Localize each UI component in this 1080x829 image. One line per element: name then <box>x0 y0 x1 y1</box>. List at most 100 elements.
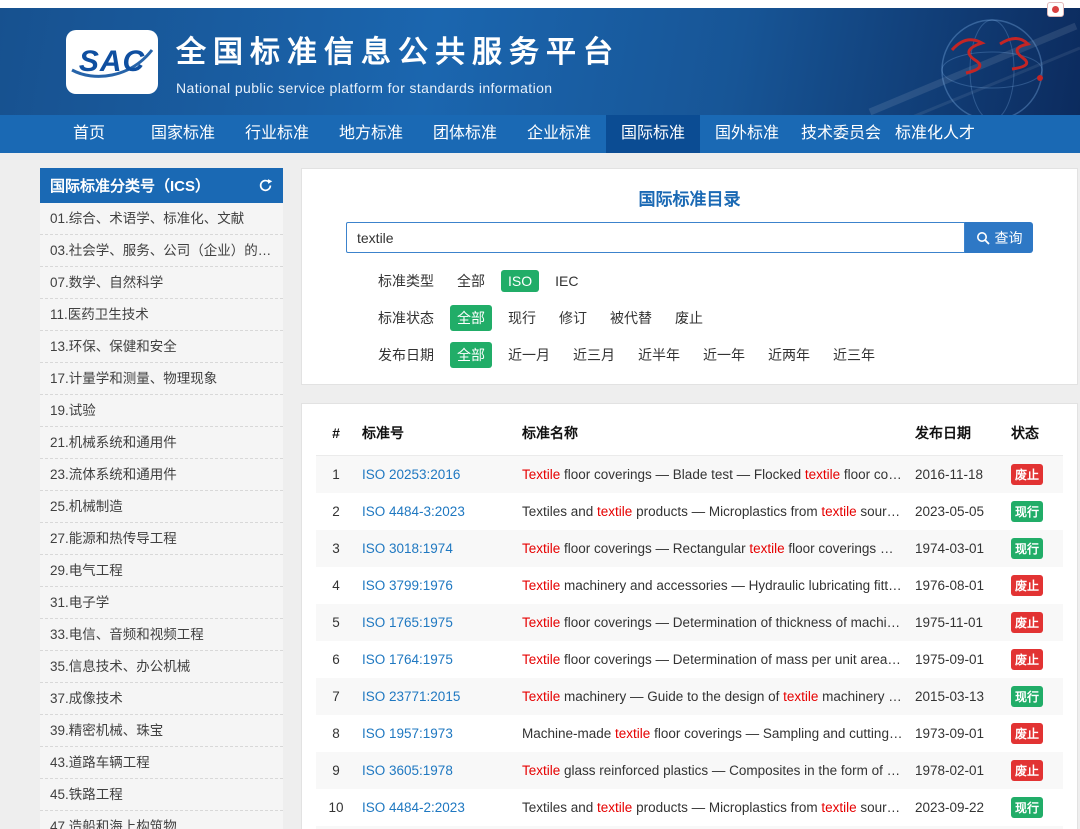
filter-option[interactable]: 全部 <box>450 342 492 368</box>
filter-option[interactable]: IEC <box>548 270 585 292</box>
results-table-panel: # 标准号 标准名称 发布日期 状态 1 ISO 20253:2016 Textile fl… <box>301 403 1078 829</box>
ics-category-item[interactable]: 27.能源和热传导工程 <box>40 523 283 555</box>
ics-category-item[interactable]: 13.环保、保健和安全 <box>40 331 283 363</box>
standard-code-link[interactable]: ISO 23771:2015 <box>362 689 460 704</box>
standard-code-link[interactable]: ISO 1764:1975 <box>362 652 453 667</box>
filter-option[interactable]: 废止 <box>668 305 710 331</box>
search-icon <box>976 231 990 245</box>
nav-item-7[interactable]: 国际标准 <box>606 115 700 153</box>
standard-code-cell: ISO 1765:1975 <box>356 604 516 641</box>
status-cell: 现行 <box>1005 678 1063 715</box>
search-button[interactable]: 查询 <box>965 222 1033 253</box>
publish-date: 2023-05-05 <box>915 504 985 519</box>
row-number: 1 <box>332 467 340 482</box>
standard-code-link[interactable]: ISO 4484-3:2023 <box>362 504 465 519</box>
ics-category-item[interactable]: 23.流体系统和通用件 <box>40 459 283 491</box>
filter-option[interactable]: 近半年 <box>631 342 687 368</box>
filter-option[interactable]: 被代替 <box>603 305 659 331</box>
ics-category-item[interactable]: 45.铁路工程 <box>40 779 283 811</box>
row-number: 9 <box>332 763 340 778</box>
table-row: 1 ISO 20253:2016 Textile floor coverings —… <box>316 455 1063 494</box>
ics-category-item[interactable]: 19.试验 <box>40 395 283 427</box>
ics-category-item[interactable]: 35.信息技术、办公机械 <box>40 651 283 683</box>
nav-item-6[interactable]: 企业标准 <box>512 115 606 153</box>
filter-option[interactable]: 近三年 <box>826 342 882 368</box>
standard-code-link[interactable]: ISO 3605:1978 <box>362 763 453 778</box>
search-input[interactable] <box>346 222 965 253</box>
nav-item-10[interactable]: 标准化人才 <box>888 115 982 153</box>
top-right-icon[interactable] <box>1047 2 1064 17</box>
filter-option[interactable]: 现行 <box>501 305 543 331</box>
row-number: 8 <box>332 726 340 741</box>
ics-category-item[interactable]: 37.成像技术 <box>40 683 283 715</box>
status-cell: 废止 <box>1005 567 1063 604</box>
standard-code-cell: ISO 3799:1976 <box>356 567 516 604</box>
ics-category-item[interactable]: 01.综合、术语学、标准化、文献 <box>40 203 283 235</box>
status-cell: 废止 <box>1005 456 1063 494</box>
standard-code-link[interactable]: ISO 3799:1976 <box>362 578 453 593</box>
status-cell: 废止 <box>1005 752 1063 789</box>
highlighted-term: textile <box>783 689 819 704</box>
standard-name: Textile glass reinforced plastics — Comp… <box>522 763 909 778</box>
filter-option[interactable]: 近三月 <box>566 342 622 368</box>
ics-category-item[interactable]: 43.道路车辆工程 <box>40 747 283 779</box>
nav-item-8[interactable]: 国外标准 <box>700 115 794 153</box>
highlighted-term: Textile <box>522 763 561 778</box>
standard-code-cell: ISO 20253:2016 <box>356 456 516 494</box>
refresh-icon[interactable] <box>258 178 273 193</box>
column-header: # <box>316 410 356 456</box>
standard-code-link[interactable]: ISO 1957:1973 <box>362 726 453 741</box>
nav-item-3[interactable]: 行业标准 <box>230 115 324 153</box>
nav-item-2[interactable]: 国家标准 <box>136 115 230 153</box>
table-row: 9 ISO 3605:1978 Textile glass reinforced p… <box>316 752 1063 789</box>
highlighted-term: Textile <box>522 541 561 556</box>
nav-item-1[interactable]: 首页 <box>42 115 136 153</box>
standard-name: Textile floor coverings — Determination … <box>522 652 909 667</box>
ics-category-item[interactable]: 21.机械系统和通用件 <box>40 427 283 459</box>
ics-category-item[interactable]: 17.计量学和测量、物理现象 <box>40 363 283 395</box>
standard-name: Textiles and textile products — Micropla… <box>522 800 909 815</box>
filter-option[interactable]: 近一年 <box>696 342 752 368</box>
filter-option[interactable]: ISO <box>501 270 540 292</box>
standard-code-link[interactable]: ISO 3018:1974 <box>362 541 453 556</box>
highlighted-term: Textile <box>522 652 561 667</box>
ics-category-item[interactable]: 03.社会学、服务、公司（企业）的组... <box>40 235 283 267</box>
status-badge: 现行 <box>1011 538 1044 559</box>
ics-category-item[interactable]: 47.造船和海上构筑物 <box>40 811 283 829</box>
ics-category-item[interactable]: 29.电气工程 <box>40 555 283 587</box>
status-badge: 现行 <box>1011 797 1044 818</box>
ics-category-item[interactable]: 33.电信、音频和视频工程 <box>40 619 283 651</box>
ics-category-item[interactable]: 07.数学、自然科学 <box>40 267 283 299</box>
ics-category-item[interactable]: 39.精密机械、珠宝 <box>40 715 283 747</box>
filter-label: 标准状态 <box>378 310 434 326</box>
page-body: 国际标准分类号（ICS） 01.综合、术语学、标准化、文献 03.社会学、服务、公… <box>0 153 1080 829</box>
table-row: 2 ISO 4484-3:2023 Textiles and textile pro… <box>316 493 1063 530</box>
nav-item-4[interactable]: 地方标准 <box>324 115 418 153</box>
filter-option[interactable]: 全部 <box>450 268 492 294</box>
ics-category-item[interactable]: 25.机械制造 <box>40 491 283 523</box>
filter-option[interactable]: 修订 <box>552 305 594 331</box>
search-button-label: 查询 <box>994 229 1023 246</box>
ics-category-item[interactable]: 11.医药卫生技术 <box>40 299 283 331</box>
nav-item-5[interactable]: 团体标准 <box>418 115 512 153</box>
standard-code-link[interactable]: ISO 1765:1975 <box>362 615 453 630</box>
publish-date: 1978-02-01 <box>915 763 985 778</box>
publish-date: 1975-09-01 <box>915 652 985 667</box>
nav-item-9[interactable]: 技术委员会 <box>794 115 888 153</box>
filter-option[interactable]: 近一月 <box>501 342 557 368</box>
filter-row: 标准状态 全部 现行 修订 被代替 废止 <box>378 305 1033 331</box>
filter-option[interactable]: 全部 <box>450 305 492 331</box>
standard-code-cell: ISO 4484-3:2023 <box>356 493 516 530</box>
results-table: # 标准号 标准名称 发布日期 状态 1 ISO 20253:2016 Textile fl… <box>316 410 1063 829</box>
filter-option[interactable]: 近两年 <box>761 342 817 368</box>
status-cell: 现行 <box>1005 493 1063 530</box>
standard-code-link[interactable]: ISO 4484-2:2023 <box>362 800 465 815</box>
standard-name: Textile floor coverings — Rectangular te… <box>522 541 909 556</box>
status-badge: 现行 <box>1011 501 1044 522</box>
table-row: 7 ISO 23771:2015 Textile machinery — Guide… <box>316 678 1063 715</box>
standard-code-link[interactable]: ISO 20253:2016 <box>362 467 460 482</box>
site-header: SAC 全国标准信息公共服务平台 National public service… <box>0 8 1080 115</box>
row-number: 5 <box>332 615 340 630</box>
site-title: 全国标准信息公共服务平台 <box>176 36 620 69</box>
ics-category-item[interactable]: 31.电子学 <box>40 587 283 619</box>
